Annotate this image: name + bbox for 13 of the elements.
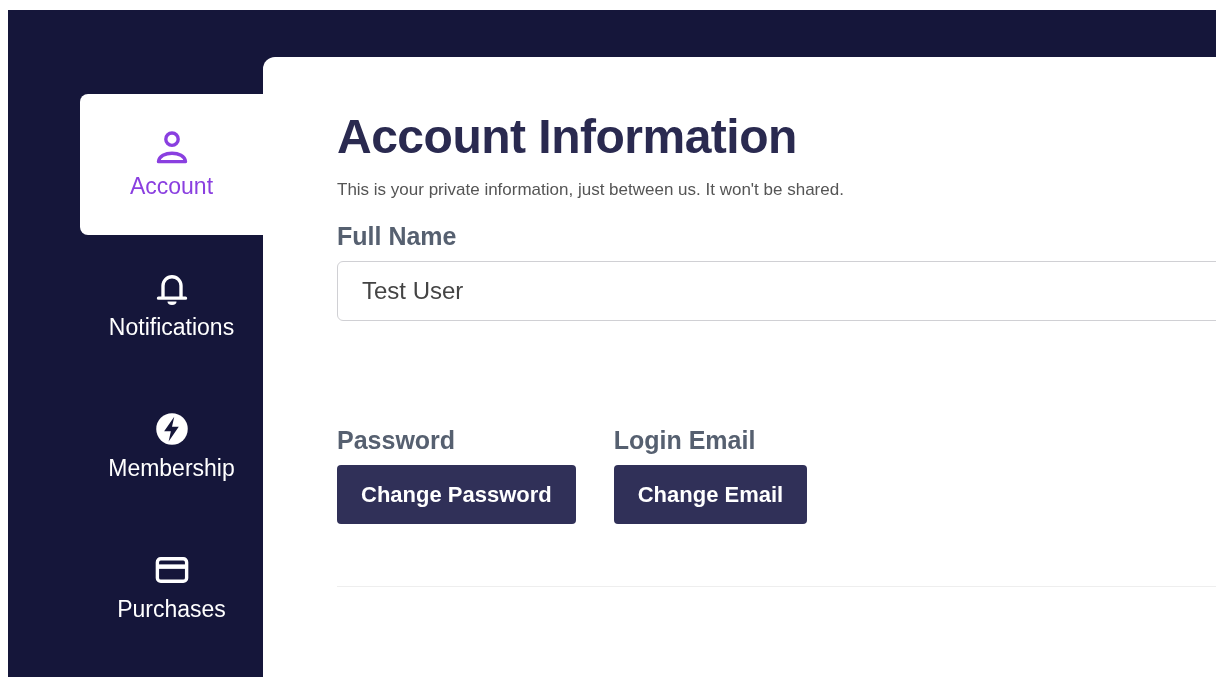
field-label: Login Email — [613, 426, 757, 455]
change-button[interactable]: Change Password — [337, 465, 576, 524]
sidebar-tab[interactable]: Purchases — [80, 517, 263, 658]
page-title: Account Information — [337, 109, 797, 164]
sidebar-tab[interactable]: Membership — [80, 376, 263, 517]
field-label: Full Name — [337, 222, 457, 251]
full-name-field[interactable]: Test User — [337, 261, 1216, 321]
lightning-bolt-icon — [153, 411, 190, 447]
field-label: Password — [337, 426, 457, 455]
change-button[interactable]: Change Email — [613, 465, 808, 524]
sidebar-tab[interactable]: Account — [80, 94, 263, 235]
sidebar-tab[interactable]: Notifications — [80, 235, 263, 376]
page-subtitle: This is your private information, just between us. It won't be shared. — [337, 180, 844, 200]
